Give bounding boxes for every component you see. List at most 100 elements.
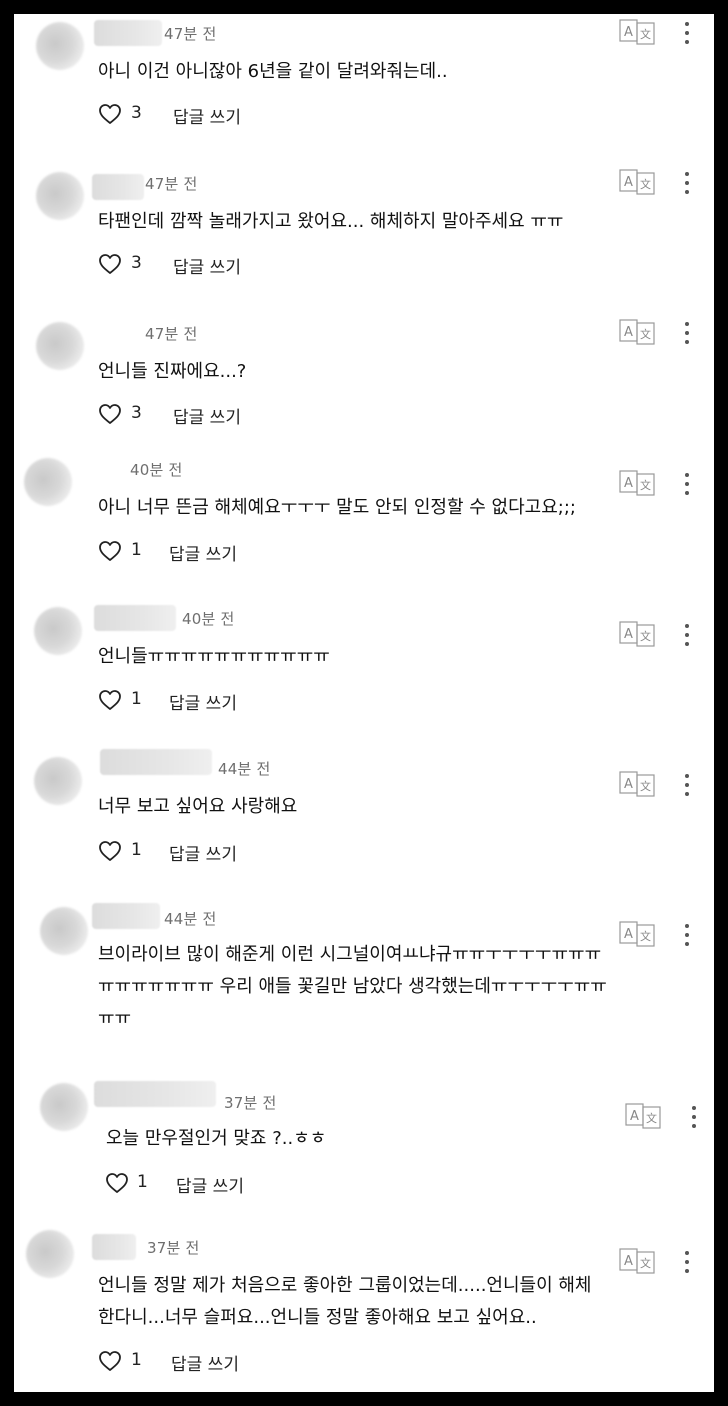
comment-time: 40분 전 <box>130 461 183 479</box>
translate-icon[interactable]: A文 <box>619 169 657 195</box>
more-options-icon[interactable] <box>683 20 691 46</box>
reply-button[interactable]: 답글 쓰기 <box>169 540 237 565</box>
username-blurred[interactable] <box>94 1081 216 1107</box>
svg-text:A: A <box>624 325 633 340</box>
svg-text:文: 文 <box>640 478 651 492</box>
reply-button[interactable]: 답글 쓰기 <box>173 103 241 128</box>
more-options-icon[interactable] <box>683 922 691 948</box>
avatar[interactable] <box>36 172 84 220</box>
avatar[interactable] <box>24 458 72 506</box>
translate-icon[interactable]: A文 <box>619 621 657 647</box>
heart-icon[interactable] <box>98 840 122 862</box>
svg-text:A: A <box>624 476 633 491</box>
comment-time: 44분 전 <box>218 760 271 778</box>
avatar[interactable] <box>40 907 88 955</box>
comment-text-line: 언니들 정말 제가 처음으로 좋아한 그룹이었는데.....언니들이 해체 <box>98 1275 592 1296</box>
comment-text-line: ㅠㅠ <box>98 1008 132 1029</box>
svg-text:文: 文 <box>640 629 651 643</box>
more-options-icon[interactable] <box>683 622 691 648</box>
comment-text: 아니 너무 뜬금 해체예요ㅜㅜㅜ 말도 안되 인정할 수 없다고요;;; <box>98 492 576 524</box>
comment-text-line: 너무 보고 싶어요 사랑해요 <box>98 796 298 817</box>
username-blurred[interactable] <box>94 20 162 46</box>
svg-text:A: A <box>624 1254 633 1269</box>
svg-text:文: 文 <box>640 1256 651 1270</box>
avatar[interactable] <box>26 1230 74 1278</box>
comment-text: 언니들 진짜에요...? <box>98 356 246 388</box>
comment-text-line: 타팬인데 깜짝 놀래가지고 왔어요... 해체하지 말아주세요 ㅠㅠ <box>98 211 564 232</box>
more-options-icon[interactable] <box>683 1249 691 1275</box>
username-blurred[interactable] <box>92 1234 136 1260</box>
comment-text: 오늘 만우절인거 맞죠 ?..ㅎㅎ <box>106 1123 326 1155</box>
svg-text:A: A <box>624 25 633 40</box>
svg-text:文: 文 <box>640 929 651 943</box>
more-options-icon[interactable] <box>683 471 691 497</box>
username-blurred[interactable] <box>100 749 212 775</box>
translate-icon[interactable]: A文 <box>619 1248 657 1274</box>
reply-button[interactable]: 답글 쓰기 <box>171 1350 239 1375</box>
reply-button[interactable]: 답글 쓰기 <box>173 403 241 428</box>
translate-icon[interactable]: A文 <box>619 921 657 947</box>
reply-button[interactable]: 답글 쓰기 <box>173 253 241 278</box>
more-options-icon[interactable] <box>690 1104 698 1130</box>
comment-list: 47분 전 아니 이건 아니잖아 6년을 같이 달려와줘는데.. 3 답글 쓰기… <box>14 14 714 1392</box>
comment-text: 타팬인데 깜짝 놀래가지고 왔어요... 해체하지 말아주세요 ㅠㅠ <box>98 206 564 238</box>
translate-icon[interactable]: A文 <box>619 19 657 45</box>
translate-icon[interactable]: A文 <box>619 319 657 345</box>
username-blurred[interactable] <box>94 605 176 631</box>
svg-text:文: 文 <box>640 327 651 341</box>
comment-text-line: 언니들ㅠㅠㅠㅠㅠㅠㅠㅠㅠㅠㅠ <box>98 646 330 667</box>
translate-icon[interactable]: A文 <box>619 470 657 496</box>
heart-icon[interactable] <box>105 1172 129 1194</box>
svg-text:文: 文 <box>640 177 651 191</box>
like-count: 3 <box>131 403 142 423</box>
heart-icon[interactable] <box>98 403 122 425</box>
translate-icon[interactable]: A文 <box>619 771 657 797</box>
heart-icon[interactable] <box>98 1350 122 1372</box>
comment-text-line: 아니 이건 아니잖아 6년을 같이 달려와줘는데.. <box>98 61 448 82</box>
heart-icon[interactable] <box>98 253 122 275</box>
username-blurred[interactable] <box>92 174 144 200</box>
heart-icon[interactable] <box>98 540 122 562</box>
comment-text-line: 브이라이브 많이 해준게 이런 시그널이여ㅛ냐규ㅠㅠㅜㅜㅜㅜㅠㅠㅠ <box>98 944 602 965</box>
more-options-icon[interactable] <box>683 170 691 196</box>
avatar[interactable] <box>36 322 84 370</box>
svg-text:文: 文 <box>640 27 651 41</box>
avatar[interactable] <box>34 757 82 805</box>
avatar[interactable] <box>36 22 84 70</box>
comment-time: 47분 전 <box>164 25 217 43</box>
more-options-icon[interactable] <box>683 320 691 346</box>
more-options-icon[interactable] <box>683 772 691 798</box>
comment-text: 언니들ㅠㅠㅠㅠㅠㅠㅠㅠㅠㅠㅠ <box>98 641 330 673</box>
avatar[interactable] <box>40 1083 88 1131</box>
svg-text:A: A <box>624 927 633 942</box>
comment-text: 아니 이건 아니잖아 6년을 같이 달려와줘는데.. <box>98 56 448 88</box>
like-count: 3 <box>131 253 142 273</box>
like-count: 1 <box>131 1350 142 1370</box>
comment-text: 브이라이브 많이 해준게 이런 시그널이여ㅛ냐규ㅠㅠㅜㅜㅜㅜㅠㅠㅠ ㅠㅠㅠㅠㅠㅠ… <box>98 939 607 1035</box>
like-count: 1 <box>137 1172 148 1192</box>
svg-text:文: 文 <box>646 1111 657 1125</box>
svg-text:文: 文 <box>640 779 651 793</box>
translate-icon[interactable]: A文 <box>625 1103 663 1129</box>
comment-time: 37분 전 <box>224 1094 277 1112</box>
comment-text-line: ㅠㅠㅠㅠㅠㅠㅠ 우리 애들 꽃길만 남았다 생각했는데ㅠㅜㅜㅜㅜㅠㅠ <box>98 976 607 997</box>
comment-text: 언니들 정말 제가 처음으로 좋아한 그룹이었는데.....언니들이 해체 한다… <box>98 1270 592 1334</box>
svg-text:A: A <box>624 175 633 190</box>
comment-time: 47분 전 <box>145 325 198 343</box>
svg-text:A: A <box>624 627 633 642</box>
reply-button[interactable]: 답글 쓰기 <box>169 840 237 865</box>
comment-text-line: 아니 너무 뜬금 해체예요ㅜㅜㅜ 말도 안되 인정할 수 없다고요;;; <box>98 497 576 518</box>
like-count: 1 <box>131 840 142 860</box>
reply-button[interactable]: 답글 쓰기 <box>176 1172 244 1197</box>
comment-time: 37분 전 <box>147 1239 200 1257</box>
like-count: 3 <box>131 103 142 123</box>
comment-text-line: 오늘 만우절인거 맞죠 ?..ㅎㅎ <box>106 1128 327 1149</box>
heart-icon[interactable] <box>98 689 122 711</box>
reply-button[interactable]: 답글 쓰기 <box>169 689 237 714</box>
comment-time: 40분 전 <box>182 610 235 628</box>
like-count: 1 <box>131 540 142 560</box>
username-blurred[interactable] <box>92 903 160 929</box>
comment-time: 44분 전 <box>164 910 217 928</box>
heart-icon[interactable] <box>98 103 122 125</box>
avatar[interactable] <box>34 607 82 655</box>
